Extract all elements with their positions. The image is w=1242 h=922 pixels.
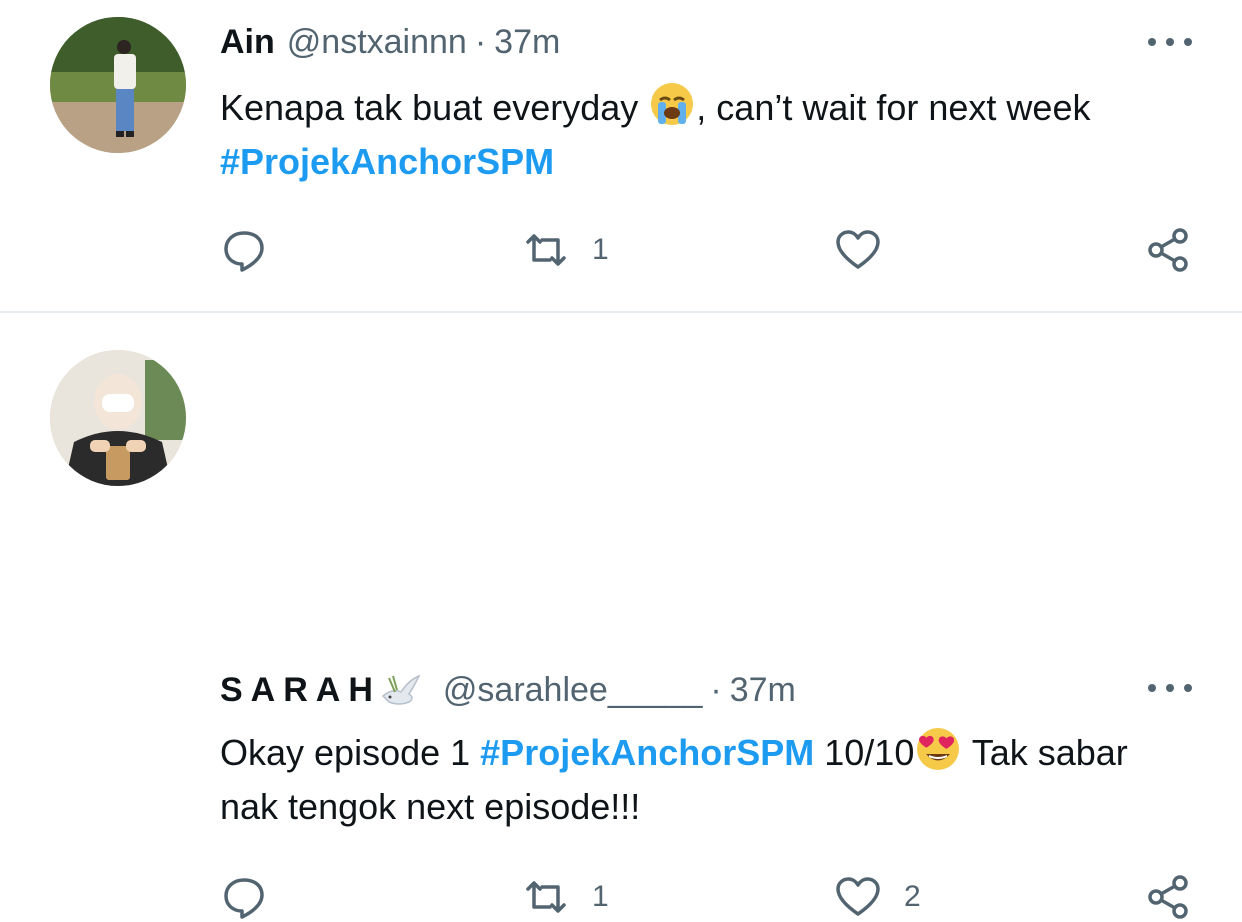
- dove-icon: [381, 674, 421, 705]
- loudly-crying-face-icon: [651, 83, 694, 125]
- timestamp[interactable]: 37m: [494, 23, 560, 62]
- tweet-text: Okay episode 1 #ProjekAnchorSPM 10/10 Ta…: [220, 725, 1180, 834]
- retweet-button[interactable]: 1: [522, 225, 609, 275]
- like-button[interactable]: 2: [834, 872, 921, 922]
- timestamp[interactable]: 37m: [730, 671, 796, 710]
- heart-icon: [836, 877, 880, 916]
- retweet-icon: [526, 234, 566, 266]
- hashtag-link[interactable]: #ProjekAnchorSPM: [480, 732, 814, 773]
- heart-icon: [836, 230, 880, 269]
- avatar[interactable]: [50, 350, 186, 486]
- tweet-text-part: Okay episode 1: [220, 732, 481, 773]
- hashtag-link[interactable]: #ProjekAnchorSPM: [220, 141, 554, 182]
- action-bar: 1: [220, 225, 1200, 275]
- separator-dot: ·: [474, 22, 487, 61]
- username[interactable]: @nstxainnn: [287, 23, 467, 62]
- tweet-text-part: 10/10: [814, 732, 915, 773]
- more-icon[interactable]: [1148, 32, 1192, 52]
- like-count: 2: [904, 880, 921, 913]
- more-icon[interactable]: [1148, 678, 1192, 698]
- reply-button[interactable]: [220, 225, 268, 275]
- tweet-text-part: Kenapa tak buat everyday: [220, 87, 649, 128]
- share-button[interactable]: [1144, 872, 1192, 922]
- tweet[interactable]: Ain @nstxainnn · 37m Kenapa tak buat eve…: [0, 0, 1242, 310]
- retweet-count: 1: [592, 233, 609, 266]
- retweet-button[interactable]: 1: [522, 872, 609, 922]
- tweet-header: Ain @nstxainnn · 37m: [220, 22, 560, 62]
- reply-icon: [224, 231, 264, 272]
- reply-icon: [224, 878, 264, 919]
- avatar-photo: [50, 17, 186, 153]
- tweet-text: Kenapa tak buat everyday , can’t wait fo…: [220, 80, 1180, 189]
- tweet[interactable]: SARAH @sarahlee_____ · 37m Okay episode …: [0, 314, 1242, 919]
- like-button[interactable]: [834, 225, 882, 275]
- username[interactable]: @sarahlee_____: [443, 671, 702, 710]
- share-button[interactable]: [1144, 225, 1192, 275]
- display-name[interactable]: SARAH: [220, 671, 381, 710]
- retweet-count: 1: [592, 880, 609, 913]
- retweet-icon: [526, 881, 566, 913]
- share-icon: [1148, 875, 1188, 919]
- separator-dot: ·: [710, 670, 722, 709]
- reply-button[interactable]: [220, 872, 268, 922]
- smiling-face-with-heart-eyes-icon: [917, 728, 960, 770]
- tweet-text-part: , can’t wait for next week: [696, 87, 1091, 128]
- tweet-header: SARAH @sarahlee_____ · 37m: [220, 670, 796, 710]
- avatar[interactable]: [50, 17, 186, 153]
- share-icon: [1148, 228, 1188, 272]
- tweet-divider: [0, 311, 1242, 313]
- action-bar: 1 2: [220, 872, 1200, 922]
- avatar-photo: [50, 350, 186, 486]
- display-name[interactable]: Ain: [220, 23, 275, 62]
